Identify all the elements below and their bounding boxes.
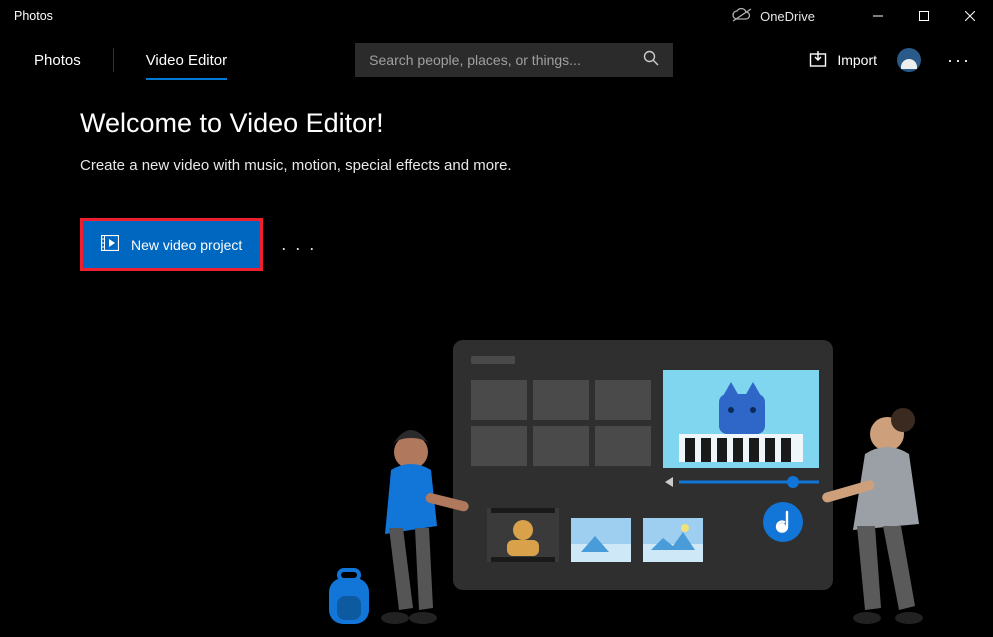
toolbar: Photos Video Editor Import ··· bbox=[0, 32, 993, 88]
onedrive-status[interactable]: OneDrive bbox=[732, 8, 815, 25]
minimize-button[interactable] bbox=[855, 0, 901, 32]
cloud-off-icon bbox=[732, 8, 752, 25]
tab-divider bbox=[113, 48, 114, 72]
more-actions-button[interactable]: . . . bbox=[281, 234, 316, 255]
search-input[interactable] bbox=[369, 52, 629, 68]
welcome-illustration bbox=[323, 322, 963, 632]
main-content: Welcome to Video Editor! Create a new vi… bbox=[0, 88, 993, 271]
search-icon bbox=[643, 50, 659, 71]
film-icon bbox=[101, 235, 119, 254]
tab-photos[interactable]: Photos bbox=[16, 32, 99, 88]
search-box[interactable] bbox=[355, 43, 673, 77]
tab-video-editor[interactable]: Video Editor bbox=[128, 32, 245, 88]
maximize-button[interactable] bbox=[901, 0, 947, 32]
import-icon bbox=[809, 50, 827, 71]
import-label: Import bbox=[837, 52, 877, 68]
user-avatar[interactable] bbox=[897, 48, 921, 72]
page-subhead: Create a new video with music, motion, s… bbox=[80, 157, 993, 174]
new-video-project-button[interactable]: New video project bbox=[80, 218, 263, 271]
main-tabs: Photos Video Editor bbox=[16, 32, 245, 88]
titlebar: Photos OneDrive bbox=[0, 0, 993, 32]
app-title: Photos bbox=[14, 9, 53, 23]
new-project-label: New video project bbox=[131, 237, 242, 253]
toolbar-more-button[interactable]: ··· bbox=[941, 46, 977, 75]
action-row: New video project . . . bbox=[80, 218, 993, 271]
onedrive-label: OneDrive bbox=[760, 9, 815, 24]
import-button[interactable]: Import bbox=[809, 50, 877, 71]
close-button[interactable] bbox=[947, 0, 993, 32]
page-headline: Welcome to Video Editor! bbox=[80, 108, 993, 139]
